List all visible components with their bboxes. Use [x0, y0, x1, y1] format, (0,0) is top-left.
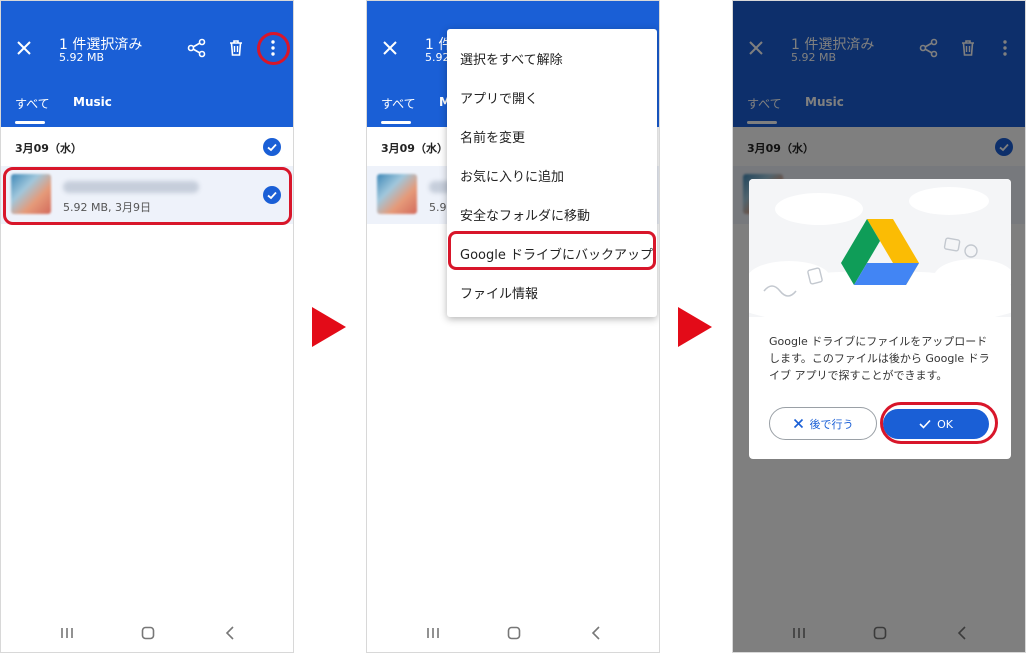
ok-button[interactable]: OK	[883, 409, 989, 439]
overflow-menu: 選択をすべて解除 アプリで開く 名前を変更 お気に入りに追加 安全なフォルダに移…	[447, 29, 657, 317]
dialog-message-line: Google ドライブにファイルをアップロード	[769, 335, 988, 348]
dialog-message: Google ドライブにファイルをアップロード します。このファイルは後から G…	[769, 333, 995, 384]
file-meta: 5.92 MB, 3月9日	[63, 201, 152, 214]
check-icon	[919, 419, 931, 429]
selection-app-bar: 1 件選択済み 5.92 MB すべて Music	[1, 1, 293, 127]
tab-all[interactable]: すべて	[15, 95, 50, 112]
home-icon[interactable]	[504, 623, 524, 643]
dialog-message-line: します。このファイルは後から Google ドラ	[769, 352, 990, 365]
close-icon[interactable]	[381, 39, 399, 57]
screen-step-3: 1 件選択済み 5.92 MB すべて Music 3月09（水）	[732, 0, 1026, 653]
file-thumbnail	[11, 174, 51, 214]
menu-item-open-with-app[interactable]: アプリで開く	[460, 88, 538, 107]
date-header: 3月09（水）	[381, 142, 448, 155]
ok-button-label: OK	[937, 417, 953, 431]
recent-apps-icon[interactable]	[57, 623, 77, 643]
tab-all[interactable]: すべて	[381, 95, 416, 112]
menu-item-file-info[interactable]: ファイル情報	[460, 283, 538, 302]
delete-icon[interactable]	[226, 38, 246, 58]
dialog-illustration	[749, 179, 1011, 327]
date-header: 3月09（水）	[15, 142, 82, 155]
file-thumbnail	[377, 174, 417, 214]
check-circle-icon[interactable]	[263, 186, 281, 204]
next-step-arrow	[312, 307, 346, 347]
dialog-message-line: イブ アプリで探すことができます。	[769, 369, 948, 382]
backup-dialog: Google ドライブにファイルをアップロード します。このファイルは後から G…	[749, 179, 1011, 459]
home-icon[interactable]	[138, 623, 158, 643]
menu-item-deselect-all[interactable]: 選択をすべて解除	[460, 49, 563, 68]
next-step-arrow	[678, 307, 712, 347]
menu-item-backup-google-drive[interactable]: Google ドライブにバックアップ	[460, 244, 653, 263]
tab-music[interactable]: Music	[73, 95, 112, 109]
system-nav-bar	[367, 619, 659, 649]
file-row[interactable]: 5.92 MB, 3月9日	[1, 166, 293, 224]
google-drive-logo	[841, 219, 919, 285]
more-vert-icon[interactable]	[263, 38, 283, 58]
close-icon[interactable]	[15, 39, 33, 57]
later-button[interactable]: 後で行う	[769, 407, 877, 440]
check-circle-icon[interactable]	[263, 138, 281, 156]
menu-item-add-favorite[interactable]: お気に入りに追加	[460, 166, 564, 185]
later-button-label: 後で行う	[809, 417, 854, 431]
menu-item-move-secure-folder[interactable]: 安全なフォルダに移動	[460, 205, 590, 224]
system-nav-bar	[1, 619, 293, 649]
recent-apps-icon[interactable]	[423, 623, 443, 643]
tab-indicator	[381, 121, 411, 124]
close-icon	[793, 418, 803, 429]
back-icon[interactable]	[220, 623, 240, 643]
screen-step-1: 1 件選択済み 5.92 MB すべて Music 3月09（水） 5.92 M…	[0, 0, 294, 653]
back-icon[interactable]	[586, 623, 606, 643]
menu-item-rename[interactable]: 名前を変更	[460, 127, 525, 146]
selection-size: 5.92 MB	[59, 51, 105, 64]
share-icon[interactable]	[187, 38, 207, 58]
screen-step-2: 1 件選択済み 5.92 MB すべて Music 3月09（水） 5.92 M…	[366, 0, 660, 653]
tab-indicator	[15, 121, 45, 124]
file-name-blurred	[63, 181, 199, 193]
